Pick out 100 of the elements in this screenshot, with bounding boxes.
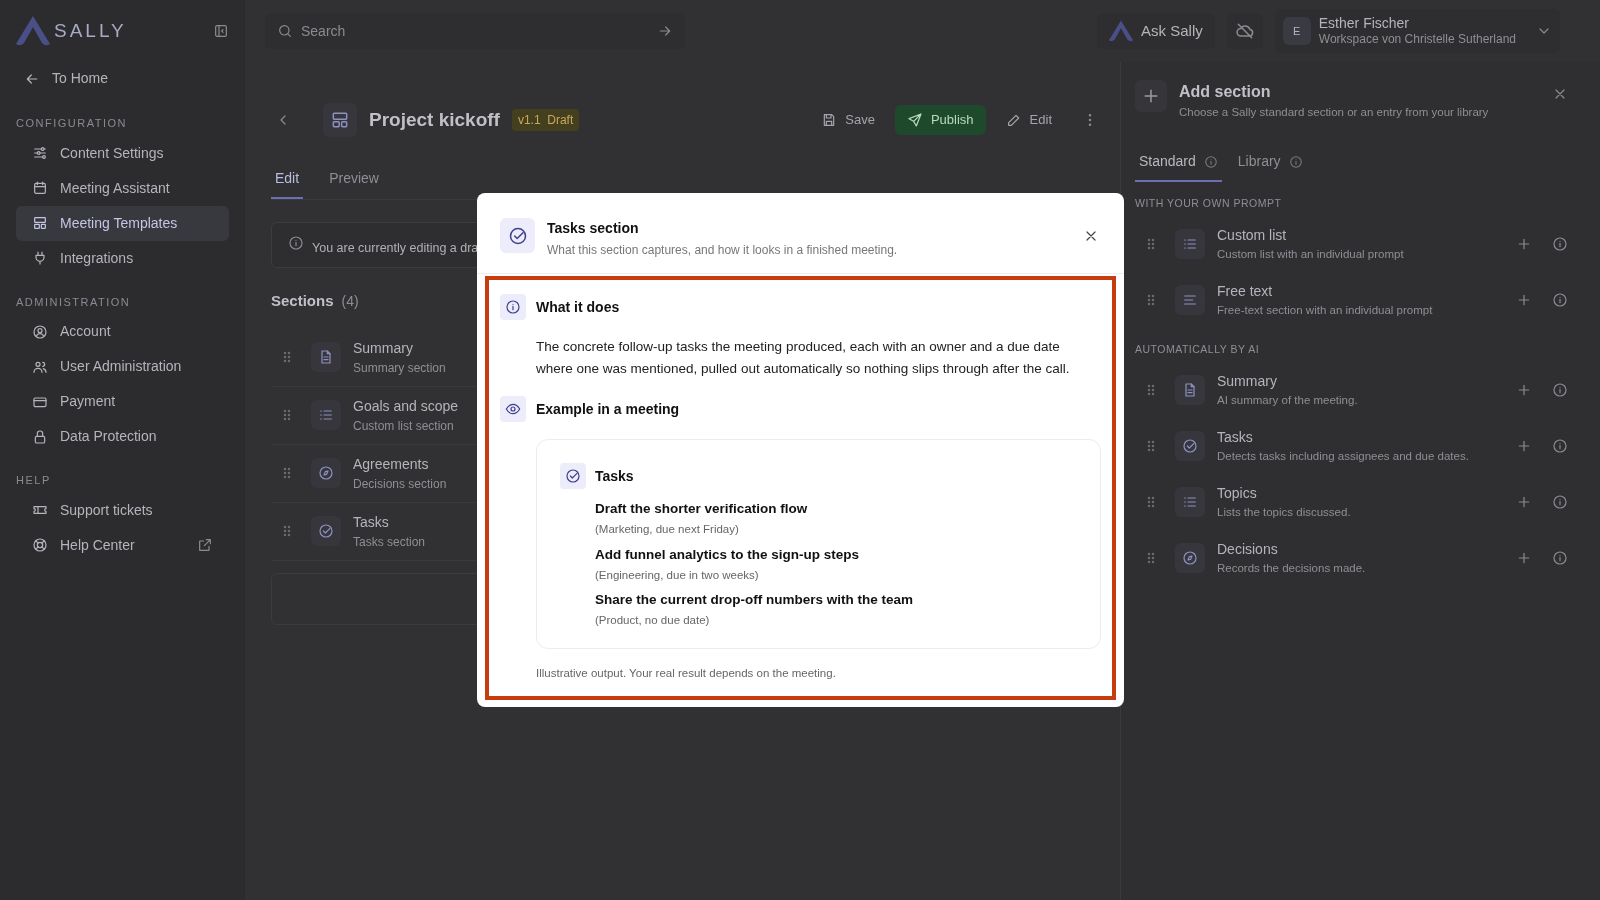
logo-icon xyxy=(1109,20,1134,42)
notice-text: You are currently editing a dra xyxy=(312,240,479,257)
plus-icon xyxy=(1516,292,1532,308)
text-lines-icon xyxy=(1182,292,1198,308)
plug-icon xyxy=(32,250,48,266)
nav-item[interactable]: Meeting Assistant xyxy=(16,170,229,206)
layout-icon xyxy=(330,110,350,130)
option-title: Free text xyxy=(1217,281,1274,301)
action-button[interactable]: Publish xyxy=(894,105,986,135)
list-icon xyxy=(318,407,334,423)
arrow-right-icon xyxy=(657,23,673,39)
nav-item[interactable]: Payment xyxy=(16,384,229,419)
info-icon xyxy=(1552,437,1568,454)
option-title: Tasks xyxy=(1217,427,1254,447)
nav-item[interactable]: Account xyxy=(16,314,229,349)
list-icon xyxy=(1182,236,1198,252)
section-heading: What it does xyxy=(536,297,620,317)
search-field[interactable]: Search xyxy=(265,13,685,49)
send-icon xyxy=(906,112,923,128)
info-button[interactable] xyxy=(1550,234,1570,254)
section-title: Tasks xyxy=(353,512,390,532)
description-text: The concrete follow-up tasks the meeting produced, each with an owner and a due date where one was mentioned, pulled out automatically so nothing slips through after the call. xyxy=(536,338,1071,378)
tab[interactable]: Edit xyxy=(271,168,304,199)
section-option[interactable]: Free text Free-text section with an individual prompt xyxy=(1135,272,1570,328)
section-option[interactable]: Custom list Custom list with an individual prompt xyxy=(1135,216,1570,272)
collapse-sidebar-icon xyxy=(213,23,229,39)
option-subtitle: Custom list with an individual prompt xyxy=(1217,246,1405,262)
option-subtitle: Lists the topics discussed. xyxy=(1217,504,1352,520)
info-icon xyxy=(1203,154,1218,169)
nav-item[interactable]: Content Settings xyxy=(16,135,229,171)
section-subtitle: Tasks section xyxy=(353,533,426,551)
document-icon xyxy=(318,349,334,365)
option-title: Topics xyxy=(1217,483,1258,503)
tab[interactable]: Preview xyxy=(325,168,383,199)
section-heading: Example in a meeting xyxy=(536,399,680,419)
footnote: Illustrative output. Your real result depends on the meeting. xyxy=(536,665,837,681)
option-title: Custom list xyxy=(1217,225,1288,245)
user-name: Esther Fischer xyxy=(1318,14,1411,33)
section-option[interactable]: Tasks Detects tasks including assignees and due dates. xyxy=(1135,417,1570,474)
option-title: Decisions xyxy=(1217,539,1279,559)
lock-icon xyxy=(32,428,48,445)
compass-icon xyxy=(318,465,334,481)
section-title: Goals and scope xyxy=(353,396,459,416)
account-menu[interactable]: E Esther Fischer Workspace von Christelle Sutherland xyxy=(1274,9,1560,53)
nav-item[interactable]: Help Center xyxy=(16,527,229,563)
back-link[interactable]: To Home xyxy=(16,64,229,93)
section-option[interactable]: Summary AI summary of the meeting. xyxy=(1135,361,1570,418)
action-button[interactable]: Save xyxy=(809,105,887,135)
option-subtitle: Detects tasks including assignees and due dates. xyxy=(1217,448,1470,464)
check-circle-icon xyxy=(318,523,334,539)
version-badge: v1.1 Draft xyxy=(511,109,580,131)
task-title: Draft the shorter verification flow xyxy=(595,500,809,518)
check-circle-icon xyxy=(565,468,581,484)
panel-title: Add section xyxy=(1179,82,1272,102)
sections-heading: Sections xyxy=(271,291,334,311)
task-meta: (Marketing, due next Friday) xyxy=(595,522,740,538)
info-icon xyxy=(1552,292,1568,308)
info-icon xyxy=(288,235,304,251)
external-link-icon xyxy=(197,537,213,553)
info-icon xyxy=(505,299,521,315)
group-heading: AUTOMATICALLY BY AI xyxy=(1135,342,1261,357)
nav-section-heading: HELP xyxy=(16,473,52,488)
tab[interactable]: Standard xyxy=(1135,151,1222,183)
user-circle-icon xyxy=(32,323,48,340)
modal-subtitle: What this section captures, and how it looks in a finished meeting. xyxy=(547,242,899,259)
section-option[interactable]: Decisions Records the decisions made. xyxy=(1135,529,1570,586)
section-subtitle: Decisions section xyxy=(353,475,447,493)
check-circle-icon xyxy=(507,225,528,246)
example-title: Tasks xyxy=(595,466,634,486)
nav-item[interactable]: Meeting Templates xyxy=(16,205,229,241)
action-button[interactable]: Edit xyxy=(993,105,1064,135)
template-title: Project kickoff xyxy=(369,107,500,132)
info-icon xyxy=(1552,493,1568,510)
modal-title: Tasks section xyxy=(547,219,640,238)
eye-icon xyxy=(505,401,521,417)
lifebuoy-icon xyxy=(32,537,48,553)
task-meta: (Product, no due date) xyxy=(595,613,711,629)
pencil-icon xyxy=(1005,112,1022,128)
nav-item[interactable]: Support tickets xyxy=(16,492,229,528)
section-subtitle: Custom list section xyxy=(353,417,455,435)
logo-text: SALLY xyxy=(54,18,127,43)
tab[interactable]: Library xyxy=(1233,151,1307,183)
sliders-icon xyxy=(32,145,48,161)
logo-icon xyxy=(16,16,50,46)
cloud-off-icon xyxy=(1234,21,1255,41)
option-title: Summary xyxy=(1217,371,1278,391)
calendar-icon xyxy=(32,180,48,196)
group-heading: WITH YOUR OWN PROMPT xyxy=(1135,196,1283,212)
option-subtitle: AI summary of the meeting. xyxy=(1217,392,1359,408)
nav-section-heading: ADMINISTRATION xyxy=(16,294,132,310)
task-title: Add funnel analytics to the sign-up steps xyxy=(595,545,861,564)
compass-icon xyxy=(1182,549,1198,566)
nav-item[interactable]: User Administration xyxy=(16,349,229,384)
section-option[interactable]: Topics Lists the topics discussed. xyxy=(1135,473,1570,530)
option-subtitle: Records the decisions made. xyxy=(1217,560,1367,576)
info-icon xyxy=(1552,381,1568,398)
nav-item[interactable]: Integrations xyxy=(16,240,229,276)
nav-item[interactable]: Data Protection xyxy=(16,419,229,454)
info-button[interactable] xyxy=(1550,290,1570,310)
workspace-name: Workspace von Christelle Sutherland xyxy=(1318,32,1516,48)
